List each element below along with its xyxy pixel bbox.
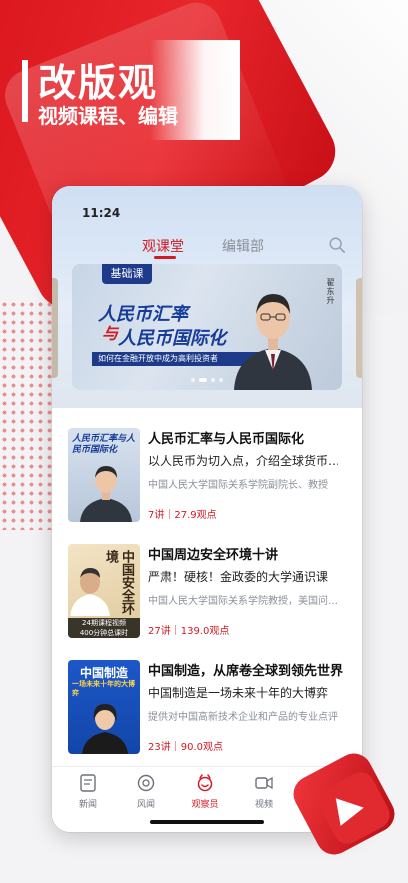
nav-item-observer[interactable]: 观察员 <box>185 773 225 810</box>
banner-speaker-name: 翟东升 <box>326 278 335 305</box>
search-icon[interactable] <box>328 236 346 254</box>
thumbnail-badge-line1: 24期课程视频 <box>82 619 126 627</box>
tab-active-indicator <box>154 256 176 259</box>
app-logo-icon <box>293 753 395 855</box>
course-stats: 7讲｜27.9观点 <box>148 510 217 521</box>
nav-item-news[interactable]: 新闻 <box>68 773 108 810</box>
thumbnail-subtitle: 一场未来十年的大博弈 <box>72 680 135 697</box>
banner-next-peek[interactable] <box>356 278 362 378</box>
news-icon <box>80 774 96 792</box>
video-icon <box>255 776 273 790</box>
pagination-dot <box>211 378 215 382</box>
nav-item-video[interactable]: 视频 <box>244 773 284 810</box>
course-item[interactable]: 人民币汇率与人民币国际化 人民币汇率与人民币国际化 以人民币为切入点，介绍全球货… <box>52 416 362 532</box>
promo-fade-overlay <box>150 40 240 140</box>
speaker-portrait <box>80 466 132 522</box>
course-description: 以人民币为切入点，介绍全球货币… <box>148 454 338 468</box>
course-stats: 27讲｜139.0观点 <box>148 626 230 637</box>
banner-pagination <box>72 378 342 382</box>
nav-label: 风闻 <box>136 800 155 810</box>
course-author-info: 中国人民大学国际关系学院教授，美国问… <box>148 596 338 607</box>
header-area: 11:24 观课堂 编辑部 基础课 人民币汇率 与 人民币国际化 如何在金融开放… <box>52 186 362 408</box>
course-list: 人民币汇率与人民币国际化 人民币汇率与人民币国际化 以人民币为切入点，介绍全球货… <box>52 416 362 764</box>
speaker-portrait <box>82 704 128 754</box>
course-thumbnail: 中国制造 一场未来十年的大博弈 <box>68 660 140 754</box>
tab-bianjibu[interactable]: 编辑部 <box>222 236 264 256</box>
speaker-portrait <box>234 294 312 390</box>
nav-item-fengwen[interactable]: 风闻 <box>126 773 166 810</box>
phone-screen: 11:24 观课堂 编辑部 基础课 人民币汇率 与 人民币国际化 如何在金融开放… <box>52 186 362 832</box>
top-tabs: 观课堂 编辑部 <box>52 236 362 260</box>
course-description: 严肃！硬核！金政委的大学通识课 <box>148 570 329 584</box>
thumbnail-badge-line2: 400分钟总课时 <box>79 629 129 637</box>
course-author-info: 中国人民大学国际关系学院副院长、教授 <box>148 480 328 491</box>
banner-title-line2: 人民币国际化 <box>118 328 226 349</box>
pagination-dot <box>219 378 223 382</box>
course-stats: 23讲｜90.0观点 <box>148 742 223 753</box>
pagination-dot-active <box>199 378 207 382</box>
course-title: 人民币汇率与人民币国际化 <box>148 432 305 447</box>
thumbnail-title: 人民币汇率与人民币国际化 <box>72 434 136 455</box>
course-thumbnail: 中国安全环境 24期课程视频 400分钟总课时 <box>68 544 140 638</box>
banner-prev-peek[interactable] <box>52 278 58 378</box>
status-time: 11:24 <box>82 206 121 220</box>
speaker-portrait <box>70 568 110 616</box>
course-item[interactable]: 中国安全环境 24期课程视频 400分钟总课时 中国周边安全环境十讲 严肃！硬核… <box>52 532 362 648</box>
featured-banner[interactable]: 基础课 人民币汇率 与 人民币国际化 如何在金融开放中成为高利投资者 翟东升 <box>72 264 342 390</box>
nav-label: 视频 <box>254 800 273 810</box>
promo-accent-bar <box>22 60 28 122</box>
course-item[interactable]: 中国制造 一场未来十年的大博弈 中国制造，从席卷全球到领先世界 中国制造是一场未… <box>52 648 362 764</box>
thumbnail-badge: 24期课程视频 400分钟总课时 <box>68 618 140 638</box>
observer-icon <box>197 774 213 792</box>
course-description: 中国制造是一场未来十年的大博弈 <box>148 686 329 700</box>
nav-label: 观察员 <box>191 800 219 810</box>
tab-guanketang[interactable]: 观课堂 <box>142 236 184 256</box>
course-title: 中国制造，从席卷全球到领先世界 <box>148 664 344 679</box>
banner-badge: 基础课 <box>102 264 152 284</box>
fengwen-icon <box>137 774 155 792</box>
course-thumbnail: 人民币汇率与人民币国际化 <box>68 428 140 522</box>
thumbnail-title: 中国制造 <box>79 666 128 680</box>
course-title: 中国周边安全环境十讲 <box>148 548 279 563</box>
pagination-dot <box>191 378 195 382</box>
banner-and-char: 与 <box>102 324 119 343</box>
nav-label: 新闻 <box>78 800 97 810</box>
home-indicator <box>150 820 264 824</box>
background-dot-pattern <box>0 300 60 530</box>
course-author-info: 提供对中国高新技术企业和产品的专业点评 <box>148 712 338 723</box>
